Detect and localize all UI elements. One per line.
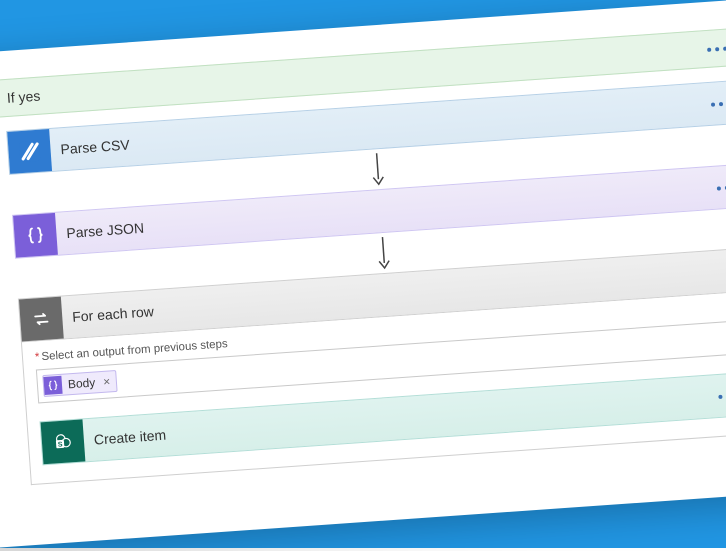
action-menu-button[interactable]	[708, 386, 726, 405]
action-menu-button[interactable]	[706, 178, 726, 197]
token-label: Body	[65, 375, 97, 391]
sharepoint-icon: S	[41, 419, 86, 464]
condition-menu-button[interactable]	[697, 39, 726, 58]
dynamic-content-token[interactable]: Body ×	[42, 370, 118, 397]
parse-json-icon	[43, 376, 62, 395]
parse-csv-icon	[7, 129, 52, 174]
loop-icon	[19, 297, 64, 342]
required-asterisk: *	[35, 351, 40, 363]
svg-text:S: S	[58, 441, 63, 448]
parse-json-icon	[13, 213, 58, 258]
token-remove-button[interactable]: ×	[97, 374, 117, 389]
action-menu-button[interactable]	[700, 94, 726, 113]
